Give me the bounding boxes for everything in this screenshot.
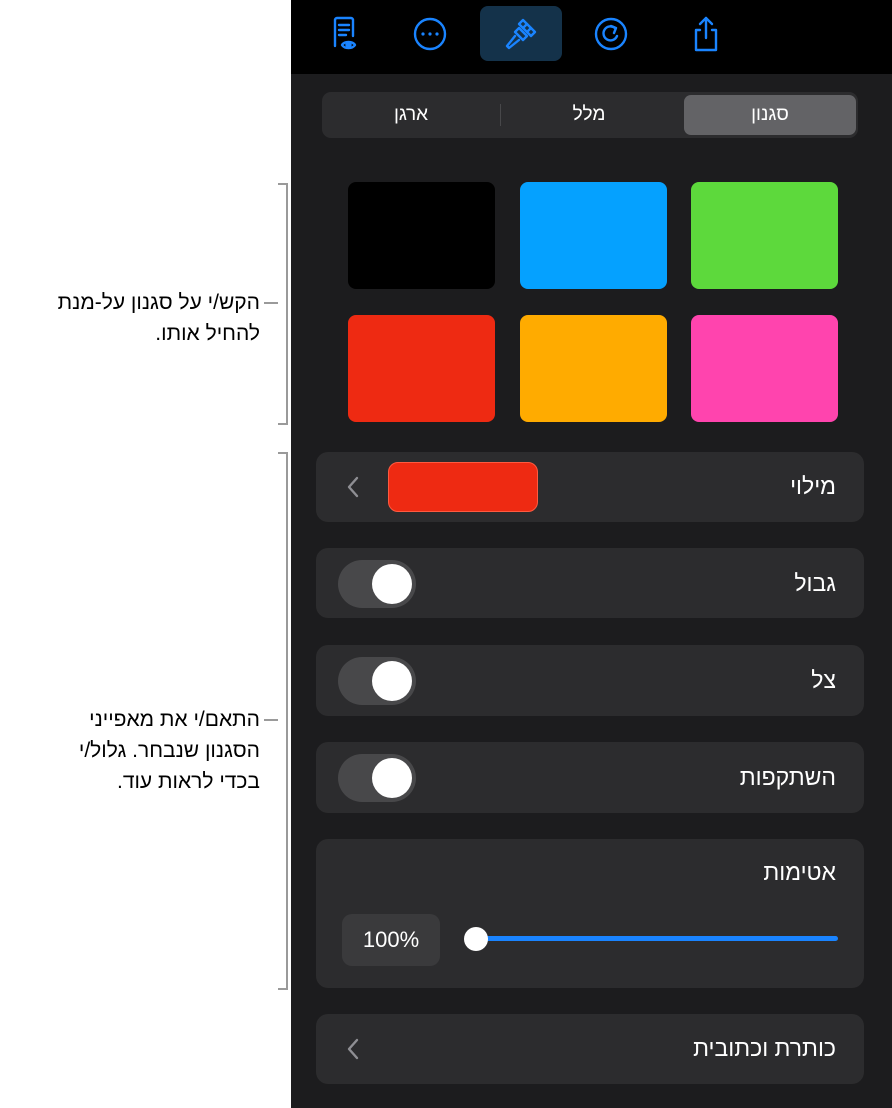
segmented-control: סגנון מלל ארגן (322, 92, 858, 138)
fill-label: מילוי (790, 473, 836, 499)
callout-bottom-line-1: התאם/י את מאפייני (89, 708, 260, 731)
segment-divider (500, 104, 501, 126)
more-icon (413, 17, 447, 50)
chevron-left-icon (347, 476, 359, 498)
tab-style[interactable]: סגנון (684, 95, 856, 135)
share-icon (694, 16, 718, 51)
callout-apply-style: הקש/י על סגנון על-מנת להחיל אותו. (58, 287, 260, 349)
style-swatch-green[interactable] (691, 182, 838, 289)
bracket-properties (278, 452, 288, 990)
caption-title-row[interactable]: כותרת וכתובית (316, 1014, 864, 1084)
more-button[interactable] (389, 6, 471, 61)
redo-icon (594, 17, 628, 50)
toolbar (291, 0, 892, 74)
toggle-knob (372, 564, 412, 604)
document-view-button[interactable] (304, 6, 386, 61)
format-panel: סגנון מלל ארגן מילוי גבול צל השתקפות אטי… (291, 0, 892, 1108)
style-swatch-black[interactable] (348, 182, 495, 289)
reflection-label: השתקפות (739, 764, 836, 790)
bracket-styles-tick (264, 302, 278, 304)
callout-adjust-style: התאם/י את מאפייני הסגנון שנבחר. גלול/י ב… (79, 704, 260, 797)
border-row: גבול (316, 548, 864, 618)
style-swatch-orange[interactable] (520, 315, 667, 422)
toggle-knob (372, 661, 412, 701)
tab-text[interactable]: מלל (503, 95, 675, 135)
document-view-icon (333, 16, 357, 49)
opacity-slider-thumb[interactable] (464, 927, 488, 951)
toggle-knob (372, 758, 412, 798)
shadow-row: צל (316, 645, 864, 716)
style-swatch-pink[interactable] (691, 315, 838, 422)
format-button[interactable] (480, 6, 562, 61)
fill-color-preview[interactable] (388, 462, 538, 512)
bracket-styles (278, 183, 288, 425)
reflection-row: השתקפות (316, 742, 864, 813)
redo-button[interactable] (570, 6, 652, 61)
share-button[interactable] (665, 6, 747, 61)
callout-top-line-2: להחיל אותו. (155, 322, 260, 345)
reflection-toggle[interactable] (338, 754, 416, 802)
callout-top-line-1: הקש/י על סגנון על-מנת (57, 291, 260, 314)
callout-bottom-line-2: הסגנון שנבחר. גלול/י (78, 739, 260, 762)
bracket-properties-tick (264, 719, 278, 721)
caption-title-label: כותרת וכתובית (693, 1035, 836, 1061)
opacity-slider-track[interactable] (476, 936, 838, 941)
opacity-value-field[interactable]: 100% (342, 914, 440, 966)
opacity-row: אטימות 100% (316, 839, 864, 988)
shadow-toggle[interactable] (338, 657, 416, 705)
style-swatch-red[interactable] (348, 315, 495, 422)
opacity-label: אטימות (763, 859, 836, 885)
border-toggle[interactable] (338, 560, 416, 608)
callout-bottom-line-3: בכדי לראות עוד. (117, 770, 260, 793)
border-label: גבול (794, 570, 836, 596)
chevron-left-icon (347, 1038, 359, 1060)
tab-arrange[interactable]: ארגן (325, 95, 497, 135)
style-swatch-blue[interactable] (520, 182, 667, 289)
fill-row[interactable]: מילוי (316, 452, 864, 522)
paintbrush-icon (505, 18, 537, 49)
shadow-label: צל (811, 667, 836, 693)
